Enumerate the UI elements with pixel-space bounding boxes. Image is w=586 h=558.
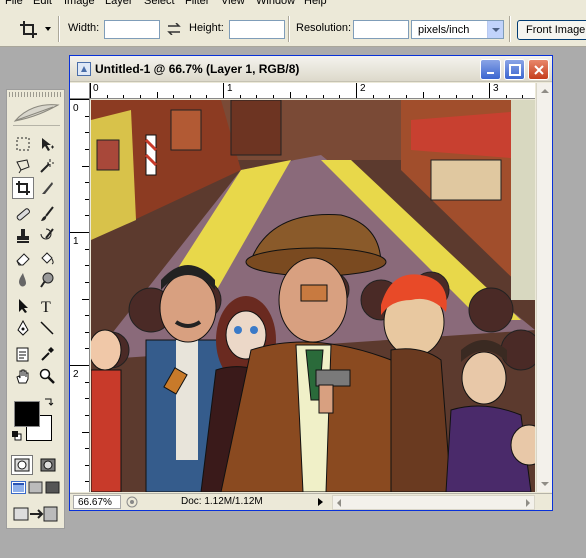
chevron-down-icon[interactable] xyxy=(487,21,503,38)
paint-bucket-icon[interactable] xyxy=(36,247,58,269)
jump-to-imageready-button[interactable] xyxy=(12,504,60,524)
menu-filter[interactable]: Filter xyxy=(185,0,209,8)
ruler-top-number: 3 xyxy=(493,83,499,94)
standard-screen-mode-button[interactable] xyxy=(11,481,26,494)
vertical-scrollbar[interactable] xyxy=(536,83,552,492)
scroll-left-icon[interactable] xyxy=(337,499,341,507)
maximize-button[interactable] xyxy=(504,59,525,80)
front-image-button[interactable]: Front Image xyxy=(517,20,586,40)
resolution-field[interactable] xyxy=(353,20,409,39)
document-title: Untitled-1 @ 66.7% (Layer 1, RGB/8) xyxy=(95,62,300,76)
svg-text:T: T xyxy=(41,299,51,314)
horizontal-scrollbar[interactable] xyxy=(332,495,535,510)
ruler-left-number: 1 xyxy=(73,236,79,247)
ruler-corner[interactable] xyxy=(70,83,90,99)
width-label: Width: xyxy=(68,22,100,34)
menu-edit[interactable]: Edit xyxy=(33,0,52,8)
menu-select[interactable]: Select xyxy=(144,0,175,8)
menu-bar: File Edit Image Layer Select Filter View… xyxy=(0,0,586,9)
blur-icon[interactable] xyxy=(12,269,34,291)
scroll-right-icon[interactable] xyxy=(526,499,530,507)
separator xyxy=(58,16,60,42)
full-screen-mode-button[interactable] xyxy=(45,481,60,494)
menu-image[interactable]: Image xyxy=(64,0,95,8)
brush-icon[interactable] xyxy=(36,203,58,225)
ruler-top-number: 2 xyxy=(360,83,366,94)
ruler-top-number: 0 xyxy=(93,83,99,94)
dodge-icon[interactable] xyxy=(36,269,58,291)
swap-dimensions-icon[interactable] xyxy=(167,22,181,36)
lasso-icon[interactable] xyxy=(12,155,34,177)
close-button[interactable] xyxy=(528,59,549,80)
document-titlebar[interactable]: Untitled-1 @ 66.7% (Layer 1, RGB/8) xyxy=(70,56,552,82)
healing-brush-icon[interactable] xyxy=(12,203,34,225)
scroll-down-icon[interactable] xyxy=(541,482,549,486)
swap-colors-icon[interactable] xyxy=(44,397,54,407)
document-icon xyxy=(77,62,91,76)
eraser-icon[interactable] xyxy=(12,247,34,269)
status-menu-arrow-icon[interactable] xyxy=(318,498,323,506)
pen-icon[interactable] xyxy=(12,317,34,339)
menu-help[interactable]: Help xyxy=(304,0,327,8)
width-field[interactable] xyxy=(104,20,160,39)
separator xyxy=(509,16,511,42)
document-canvas[interactable] xyxy=(91,100,535,492)
default-colors-icon[interactable] xyxy=(12,431,22,441)
toolbox-grip[interactable] xyxy=(9,92,62,97)
eyedropper-icon[interactable] xyxy=(36,343,58,365)
clone-stamp-icon[interactable] xyxy=(12,225,34,247)
foreground-color-swatch[interactable] xyxy=(14,401,40,427)
standard-mode-button[interactable] xyxy=(11,455,33,475)
menu-view[interactable]: View xyxy=(221,0,245,8)
zoom-level-field[interactable]: 66.67% xyxy=(73,495,121,509)
full-screen-menu-mode-button[interactable] xyxy=(28,481,43,494)
move-icon[interactable] xyxy=(36,133,58,155)
notes-icon[interactable] xyxy=(12,343,34,365)
ruler-top[interactable]: 0 1 2 3 xyxy=(90,83,535,99)
resolution-label: Resolution: xyxy=(296,22,352,34)
type-icon[interactable]: T xyxy=(36,295,58,317)
menu-window[interactable]: Window xyxy=(256,0,295,8)
comic-artwork-image xyxy=(91,100,535,492)
document-size-info: Doc: 1.12M/1.12M xyxy=(181,496,263,507)
feather-logo-icon[interactable] xyxy=(13,101,60,126)
menu-file[interactable]: File xyxy=(5,0,23,8)
crop-tool-icon[interactable] xyxy=(12,177,34,199)
units-value: pixels/inch xyxy=(418,24,470,36)
minimize-button[interactable] xyxy=(480,59,501,80)
document-window: Untitled-1 @ 66.7% (Layer 1, RGB/8) 0 1 … xyxy=(69,55,553,511)
hand-icon[interactable] xyxy=(12,365,34,387)
crop-icon[interactable] xyxy=(19,20,41,40)
separator xyxy=(288,16,290,42)
scroll-up-icon[interactable] xyxy=(541,89,549,93)
height-field[interactable] xyxy=(229,20,285,39)
status-info-icon[interactable] xyxy=(125,496,139,508)
ruler-top-number: 1 xyxy=(227,83,233,94)
history-brush-icon[interactable] xyxy=(36,225,58,247)
quick-mask-mode-button[interactable] xyxy=(37,455,59,475)
status-bar: 66.67% Doc: 1.12M/1.12M xyxy=(70,493,552,510)
path-selection-icon[interactable] xyxy=(12,295,34,317)
slice-icon[interactable] xyxy=(36,177,58,199)
ruler-left-number: 2 xyxy=(73,369,79,380)
line-shape-icon[interactable] xyxy=(36,317,58,339)
ruler-left[interactable]: 0 1 2 xyxy=(70,99,90,492)
options-bar: Width: Height: Resolution: pixels/inch F… xyxy=(0,9,586,47)
toolbox: T xyxy=(6,89,65,529)
marquee-icon[interactable] xyxy=(12,133,34,155)
tool-preset-dropdown-icon[interactable] xyxy=(45,27,51,31)
menu-layer[interactable]: Layer xyxy=(105,0,133,8)
ruler-left-number: 0 xyxy=(73,103,79,114)
units-select[interactable]: pixels/inch xyxy=(411,20,504,39)
height-label: Height: xyxy=(189,22,224,34)
zoom-icon[interactable] xyxy=(36,365,58,387)
magic-wand-icon[interactable] xyxy=(36,155,58,177)
